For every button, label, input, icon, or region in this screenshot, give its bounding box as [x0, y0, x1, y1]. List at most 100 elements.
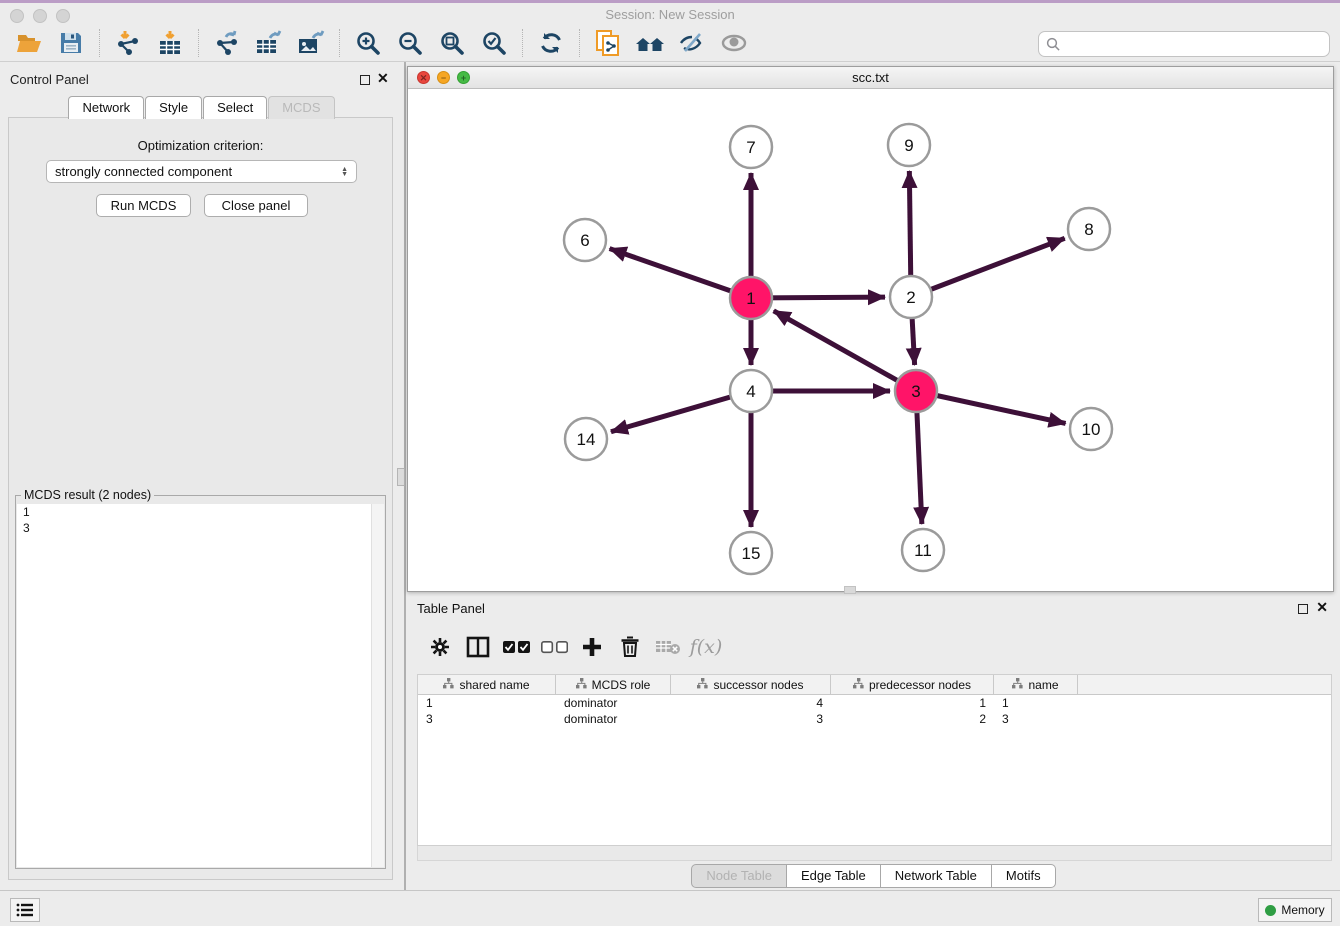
splitter-grip[interactable] [397, 468, 405, 486]
column-header-name[interactable]: name [994, 675, 1078, 694]
column-header-successor-nodes[interactable]: successor nodes [671, 675, 831, 694]
tab-edge-table[interactable]: Edge Table [787, 864, 881, 888]
save-session-icon[interactable] [55, 28, 87, 58]
graph-node-9[interactable]: 9 [888, 124, 930, 166]
table-horizontal-scrollbar[interactable] [417, 846, 1332, 861]
graph-node-6[interactable]: 6 [564, 219, 606, 261]
resize-grip[interactable] [844, 586, 856, 594]
table-cell[interactable]: 3 [994, 711, 1078, 727]
column-header-shared-name[interactable]: shared name [418, 675, 556, 694]
function-builder-icon[interactable]: f(x) [691, 632, 721, 662]
table-header-row: shared nameMCDS rolesuccessor nodesprede… [418, 675, 1331, 695]
tab-network-table[interactable]: Network Table [881, 864, 992, 888]
search-box[interactable] [1038, 31, 1330, 57]
graph-node-10[interactable]: 10 [1070, 408, 1112, 450]
show-all-icon[interactable] [718, 28, 750, 58]
table-cell[interactable]: 1 [831, 695, 994, 711]
status-bar: Memory [0, 890, 1340, 926]
import-network-icon[interactable] [112, 28, 144, 58]
network-window-titlebar[interactable]: ✕ − + scc.txt [408, 67, 1333, 89]
criterion-select[interactable]: strongly connected component ▲▼ [46, 160, 357, 183]
import-table-icon[interactable] [154, 28, 186, 58]
result-line: 3 [17, 520, 384, 536]
main-titlebar: Session: New Session [0, 3, 1340, 25]
control-panel-title: Control Panel [10, 72, 89, 87]
tab-network[interactable]: Network [68, 96, 144, 119]
table-cell[interactable]: 3 [671, 711, 831, 727]
table-panel-header: Table Panel ✕ [407, 596, 1340, 622]
table-panel-close-icon[interactable]: ✕ [1316, 599, 1328, 616]
table-row[interactable]: 1dominator411 [418, 695, 1331, 711]
deselect-all-checks-icon[interactable] [539, 632, 569, 662]
mcds-panel: Optimization criterion: strongly connect… [8, 117, 393, 880]
export-network-icon[interactable] [211, 28, 243, 58]
close-panel-button[interactable]: Close panel [204, 194, 308, 217]
table-panel-float-icon[interactable] [1298, 604, 1308, 614]
tab-mcds[interactable]: MCDS [268, 96, 334, 119]
hide-selected-icon[interactable] [676, 28, 708, 58]
graph-node-3[interactable]: 3 [895, 370, 937, 412]
table-row[interactable]: 3dominator323 [418, 711, 1331, 727]
new-network-from-selection-icon[interactable] [592, 28, 624, 58]
split-view-icon[interactable] [463, 632, 493, 662]
tab-node-table[interactable]: Node Table [691, 864, 787, 888]
mcds-result-list[interactable]: 13 [17, 504, 384, 867]
column-header-predecessor-nodes[interactable]: predecessor nodes [831, 675, 994, 694]
refresh-icon[interactable] [535, 28, 567, 58]
svg-text:4: 4 [746, 382, 755, 401]
graph-node-1[interactable]: 1 [730, 277, 772, 319]
gear-icon[interactable] [425, 632, 455, 662]
tab-style[interactable]: Style [145, 96, 202, 119]
memory-button[interactable]: Memory [1258, 898, 1332, 922]
mcds-result-groupbox: MCDS result (2 nodes) 13 [15, 495, 386, 869]
node-table[interactable]: shared nameMCDS rolesuccessor nodesprede… [417, 674, 1332, 846]
graph-node-11[interactable]: 11 [902, 529, 944, 571]
first-neighbors-icon[interactable] [634, 28, 666, 58]
graph-node-4[interactable]: 4 [730, 370, 772, 412]
run-mcds-button[interactable]: Run MCDS [96, 194, 191, 217]
graph-node-15[interactable]: 15 [730, 532, 772, 574]
network-view-window: ✕ − + scc.txt 7 9 6 8 1 2 4 3 14 10 15 11 [407, 66, 1334, 592]
toolbar-separator [579, 29, 580, 57]
graph-node-2[interactable]: 2 [890, 276, 932, 318]
edge-3-1[interactable] [774, 311, 916, 391]
zoom-in-icon[interactable] [352, 28, 384, 58]
edge-2-8[interactable] [911, 238, 1065, 297]
control-panel-float-icon[interactable] [360, 75, 370, 85]
table-cell[interactable]: 3 [418, 711, 556, 727]
graph-node-8[interactable]: 8 [1068, 208, 1110, 250]
search-input[interactable] [1067, 37, 1329, 52]
column-header-MCDS-role[interactable]: MCDS role [556, 675, 671, 694]
control-panel-close-icon[interactable]: ✕ [377, 70, 389, 87]
table-cell[interactable]: 2 [831, 711, 994, 727]
select-all-checks-icon[interactable] [501, 632, 531, 662]
open-session-icon[interactable] [13, 28, 45, 58]
delete-column-icon[interactable] [615, 632, 645, 662]
zoom-fit-icon[interactable] [436, 28, 468, 58]
table-cell[interactable]: 4 [671, 695, 831, 711]
export-image-icon[interactable] [295, 28, 327, 58]
table-cell[interactable]: 1 [994, 695, 1078, 711]
add-column-icon[interactable] [577, 632, 607, 662]
task-history-button[interactable] [10, 898, 40, 922]
svg-text:7: 7 [746, 138, 755, 157]
table-cell[interactable]: 1 [418, 695, 556, 711]
zoom-selected-icon[interactable] [478, 28, 510, 58]
network-canvas[interactable]: 7 9 6 8 1 2 4 3 14 10 15 11 [408, 89, 1333, 591]
delete-table-icon[interactable] [653, 632, 683, 662]
graph-node-7[interactable]: 7 [730, 126, 772, 168]
result-scrollbar[interactable] [371, 504, 384, 867]
tab-motifs[interactable]: Motifs [992, 864, 1056, 888]
tab-select[interactable]: Select [203, 96, 267, 119]
table-cell[interactable]: dominator [556, 711, 671, 727]
mcds-result-title: MCDS result (2 nodes) [21, 488, 154, 502]
graph-node-14[interactable]: 14 [565, 418, 607, 460]
edge-1-6[interactable] [610, 249, 751, 298]
control-panel-tabs: NetworkStyleSelectMCDS [0, 96, 404, 119]
zoom-out-icon[interactable] [394, 28, 426, 58]
export-table-icon[interactable] [253, 28, 285, 58]
table-tabs: Node TableEdge TableNetwork TableMotifs [407, 864, 1340, 888]
edge-3-10[interactable] [916, 391, 1066, 423]
table-cell[interactable]: dominator [556, 695, 671, 711]
network-graph[interactable]: 7 9 6 8 1 2 4 3 14 10 15 11 [408, 89, 1333, 591]
